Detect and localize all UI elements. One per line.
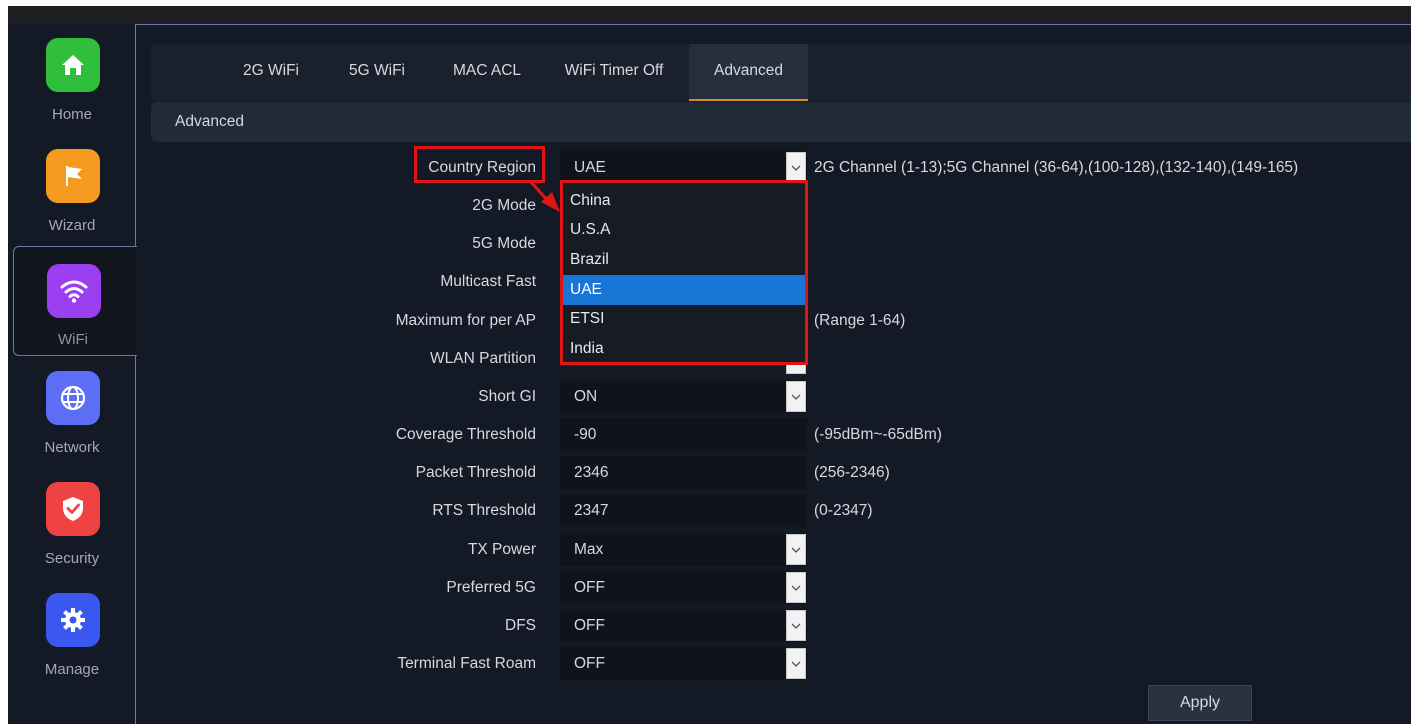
wlan-partition-label: WLAN Partition: [430, 350, 536, 367]
tx-power-select[interactable]: Max: [560, 533, 807, 566]
2g-mode-label: 2G Mode: [472, 197, 536, 214]
tab-advanced[interactable]: Advanced: [689, 44, 808, 101]
short-gi-label: Short GI: [478, 388, 536, 405]
terminal-fast-roam-select[interactable]: OFF: [560, 647, 807, 680]
section-header: Advanced: [151, 102, 1411, 142]
apply-button[interactable]: Apply: [1148, 685, 1252, 721]
packet-threshold-label: Packet Threshold: [415, 464, 536, 481]
router-admin-app: Home Wizard WiFi Network Security Manage…: [8, 24, 1411, 724]
sidebar-item-wifi[interactable]: WiFi: [13, 246, 137, 356]
dropdown-option[interactable]: U.S.A: [563, 215, 805, 245]
tab-2g-wifi[interactable]: 2G WiFi: [223, 44, 319, 101]
tab-mac-acl[interactable]: MAC ACL: [435, 44, 539, 101]
sidebar-item-label: Home: [51, 106, 92, 123]
max-per-ap-hint: (Range 1-64): [814, 312, 906, 329]
chevron-down-icon[interactable]: [786, 572, 806, 603]
preferred-5g-label: Preferred 5G: [446, 579, 536, 596]
tx-power-label: TX Power: [467, 541, 536, 558]
preferred-5g-select[interactable]: OFF: [560, 571, 807, 604]
dropdown-option[interactable]: China: [563, 186, 805, 216]
country-region-dropdown: China U.S.A Brazil UAE ETSI India: [560, 180, 808, 365]
form-row-terminal-fast-roam: Terminal Fast Roam OFF: [8, 647, 1411, 681]
section-title: Advanced: [175, 113, 244, 130]
short-gi-select[interactable]: ON: [560, 380, 807, 413]
coverage-threshold-input[interactable]: -90: [560, 418, 807, 451]
packet-threshold-hint: (256-2346): [814, 464, 890, 481]
highlight-box: [414, 146, 545, 183]
dfs-select[interactable]: OFF: [560, 609, 807, 642]
coverage-threshold-label: Coverage Threshold: [395, 426, 536, 443]
tab-5g-wifi[interactable]: 5G WiFi: [329, 44, 425, 101]
rts-threshold-label: RTS Threshold: [432, 502, 536, 519]
form-row-short-gi: Short GI ON: [8, 380, 1411, 414]
coverage-threshold-hint: (-95dBm~-65dBm): [814, 426, 942, 443]
5g-mode-label: 5G Mode: [472, 235, 536, 252]
packet-threshold-input[interactable]: 2346: [560, 456, 807, 489]
home-icon: [46, 38, 100, 92]
chevron-down-icon[interactable]: [786, 610, 806, 641]
terminal-fast-roam-label: Terminal Fast Roam: [397, 655, 536, 672]
form-row-preferred-5g: Preferred 5G OFF: [8, 571, 1411, 605]
window-top-bar: [8, 6, 1411, 24]
chevron-down-icon[interactable]: [786, 648, 806, 679]
chevron-down-icon[interactable]: [786, 381, 806, 412]
multicast-fast-label: Multicast Fast: [440, 273, 536, 290]
dropdown-option[interactable]: India: [563, 334, 805, 364]
divider: [135, 24, 1411, 25]
tab-wifi-timer-off[interactable]: WiFi Timer Off: [551, 44, 677, 101]
country-region-hint: 2G Channel (1-13);5G Channel (36-64),(10…: [814, 159, 1299, 176]
form-row-dfs: DFS OFF: [8, 609, 1411, 643]
max-per-ap-label: Maximum for per AP: [395, 312, 536, 329]
chevron-down-icon[interactable]: [786, 534, 806, 565]
rts-threshold-input[interactable]: 2347: [560, 494, 807, 527]
form-row-packet-threshold: Packet Threshold 2346 (256-2346): [8, 456, 1411, 490]
form-row-coverage-threshold: Coverage Threshold -90 (-95dBm~-65dBm): [8, 418, 1411, 452]
dropdown-option[interactable]: Brazil: [563, 245, 805, 275]
dropdown-option-selected[interactable]: UAE: [563, 275, 805, 305]
sidebar-item-home[interactable]: Home: [8, 24, 136, 134]
tab-bar: 2G WiFi 5G WiFi MAC ACL WiFi Timer Off A…: [151, 44, 1411, 101]
dropdown-option[interactable]: ETSI: [563, 304, 805, 334]
rts-threshold-hint: (0-2347): [814, 502, 873, 519]
form-row-rts-threshold: RTS Threshold 2347 (0-2347): [8, 494, 1411, 528]
chevron-down-icon[interactable]: [786, 152, 806, 183]
dfs-label: DFS: [505, 617, 536, 634]
form-row-tx-power: TX Power Max: [8, 533, 1411, 567]
